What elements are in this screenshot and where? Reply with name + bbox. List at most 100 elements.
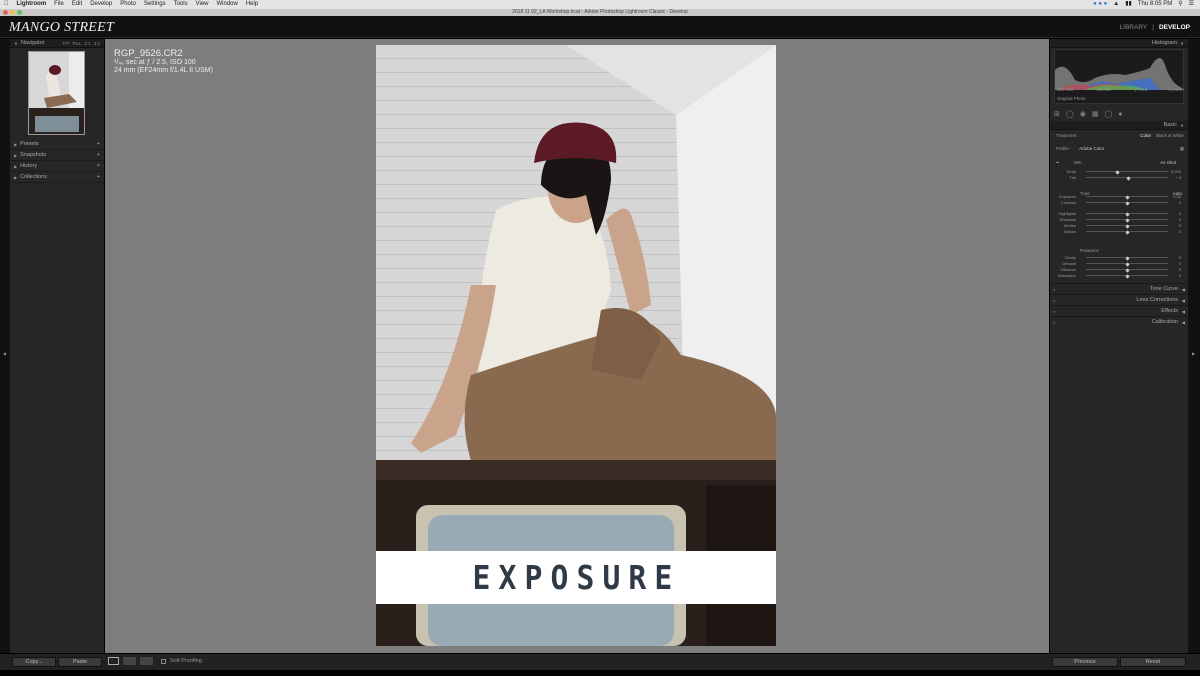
before-after-icon[interactable] xyxy=(123,657,136,665)
slider-thumb-icon[interactable] xyxy=(1124,195,1130,200)
zoom-fill[interactable]: FILL xyxy=(72,39,81,48)
zoom-1-1[interactable]: 1:1 xyxy=(84,39,90,48)
slider-value[interactable]: 0 xyxy=(1179,217,1181,222)
slider-tint[interactable]: Tint + 8 xyxy=(1056,175,1184,181)
search-icon[interactable]: ⚲ xyxy=(1178,0,1182,9)
slider-track[interactable] xyxy=(1086,201,1168,206)
module-library[interactable]: LIBRARY xyxy=(1120,24,1148,31)
menu-app-lightroom[interactable]: Lightroom xyxy=(17,0,47,9)
zoom-fit[interactable]: FIT xyxy=(63,39,70,48)
menu-view[interactable]: View xyxy=(196,0,209,9)
add-preset-icon[interactable]: + xyxy=(97,139,100,150)
loupe-view-icon[interactable] xyxy=(108,657,119,665)
add-collection-icon[interactable]: + xyxy=(97,172,100,183)
slider-thumb-icon[interactable] xyxy=(1124,218,1130,223)
panel-switch-icon[interactable]: ● xyxy=(1053,317,1055,328)
slider-value[interactable]: 0 xyxy=(1179,223,1181,228)
histogram-header[interactable]: Histogram ▼ xyxy=(1050,39,1188,48)
slider-thumb-icon[interactable] xyxy=(1115,170,1120,175)
slider-track[interactable] xyxy=(1086,218,1168,223)
menu-tools[interactable]: Tools xyxy=(174,0,188,9)
navigator-preview[interactable] xyxy=(28,51,85,135)
slider-thumb-icon[interactable] xyxy=(1124,230,1130,235)
collapse-right-icon[interactable]: ▶ xyxy=(1192,351,1195,356)
module-develop[interactable]: DEVELOP xyxy=(1159,24,1190,31)
slider-thumb-icon[interactable] xyxy=(1124,262,1130,267)
slider-thumb-icon[interactable] xyxy=(1124,201,1130,206)
battery-icon[interactable]: ▮▮ xyxy=(1125,0,1132,9)
section-history[interactable]: ▶ History × xyxy=(10,161,104,172)
slider-track[interactable] xyxy=(1086,274,1168,279)
soft-proofing-checkbox[interactable] xyxy=(161,658,166,664)
slider-value[interactable]: 5,200 xyxy=(1171,169,1181,174)
slider-value[interactable]: 0 xyxy=(1179,261,1181,266)
previous-button[interactable]: Previous xyxy=(1052,657,1118,667)
apple-icon[interactable]:  xyxy=(4,0,9,9)
status-icons[interactable]: ● ● ● xyxy=(1093,0,1107,9)
spot-removal-icon[interactable]: ◯ xyxy=(1066,110,1074,118)
radial-filter-icon[interactable]: ◯ xyxy=(1104,110,1112,118)
slider-value[interactable]: 0 xyxy=(1179,229,1181,234)
menu-develop[interactable]: Develop xyxy=(90,0,112,9)
slider-value[interactable]: 0.00 xyxy=(1173,194,1181,199)
slider-track[interactable] xyxy=(1086,230,1168,235)
menu-settings[interactable]: Settings xyxy=(144,0,166,9)
crop-tool-icon[interactable]: ⊞ xyxy=(1054,110,1060,118)
copy-button[interactable]: Copy... xyxy=(12,657,56,667)
slider-value[interactable]: 0 xyxy=(1179,255,1181,260)
menu-list-icon[interactable]: ☰ xyxy=(1189,0,1194,9)
menu-window[interactable]: Window xyxy=(217,0,238,9)
right-edge-collapse[interactable]: ▶ xyxy=(1188,39,1200,653)
maximize-window-icon[interactable] xyxy=(17,10,22,15)
section-lens-corrections[interactable]: ● Lens Corrections ◀ xyxy=(1050,294,1188,305)
clear-history-icon[interactable]: × xyxy=(97,161,100,172)
navigator-header[interactable]: ▼ Navigator FIT FILL 1:1 3:1 xyxy=(10,39,104,48)
slider-track[interactable] xyxy=(1086,256,1168,261)
zoom-3-1[interactable]: 3:1 xyxy=(94,39,100,48)
brush-tool-icon[interactable]: ● xyxy=(1118,111,1122,118)
add-snapshot-icon[interactable]: + xyxy=(97,150,100,161)
wifi-icon[interactable]: ▲ xyxy=(1113,0,1119,9)
slider-track[interactable] xyxy=(1086,176,1168,181)
slider-track[interactable] xyxy=(1086,262,1168,267)
eyedropper-icon[interactable]: ✒ xyxy=(1056,160,1060,166)
section-snapshots[interactable]: ▶ Snapshots + xyxy=(10,150,104,161)
slider-blacks[interactable]: Blacks 0 xyxy=(1056,229,1184,235)
slider-thumb-icon[interactable] xyxy=(1124,268,1130,273)
menu-help[interactable]: Help xyxy=(246,0,258,9)
profile-grid-icon[interactable]: ▦ xyxy=(1180,146,1184,152)
left-edge-collapse[interactable]: ◀ xyxy=(0,39,10,653)
slider-contrast[interactable]: Contrast 0 xyxy=(1056,200,1184,206)
slider-thumb-icon[interactable] xyxy=(1124,224,1130,229)
slider-saturation[interactable]: Saturation 0 xyxy=(1056,273,1184,279)
section-collections[interactable]: ▶ Collections + xyxy=(10,172,104,183)
swap-icon[interactable] xyxy=(140,657,153,665)
wb-select[interactable]: As Shot xyxy=(1160,160,1176,166)
slider-track[interactable] xyxy=(1086,170,1168,175)
basic-header[interactable]: Basic ▼ xyxy=(1050,121,1188,130)
histogram[interactable]: ISO 100 24 mm ƒ / 2.5 ¹/₄₀ sec Original … xyxy=(1054,49,1185,104)
section-tone-curve[interactable]: ● Tone Curve ◀ xyxy=(1050,283,1188,294)
slider-value[interactable]: 0 xyxy=(1179,200,1181,205)
slider-value[interactable]: 0 xyxy=(1179,267,1181,272)
close-window-icon[interactable] xyxy=(3,10,8,15)
clock[interactable]: Thu 8:05 PM xyxy=(1138,0,1172,9)
slider-thumb-icon[interactable] xyxy=(1124,256,1130,261)
slider-value[interactable]: + 8 xyxy=(1175,175,1181,180)
menu-photo[interactable]: Photo xyxy=(120,0,136,9)
section-effects[interactable]: ● Effects ◀ xyxy=(1050,305,1188,316)
red-eye-icon[interactable]: ◉ xyxy=(1080,110,1086,118)
treatment-bw[interactable]: Black & White xyxy=(1156,133,1184,138)
reset-button[interactable]: Reset xyxy=(1120,657,1186,667)
treatment-color[interactable]: Color xyxy=(1140,133,1151,138)
original-photo-checkbox[interactable]: Original Photo xyxy=(1057,96,1086,101)
slider-track[interactable] xyxy=(1086,195,1168,200)
slider-thumb-icon[interactable] xyxy=(1124,274,1130,279)
menu-file[interactable]: File xyxy=(54,0,64,9)
main-photo[interactable]: EXPOSURE xyxy=(376,45,776,646)
section-calibration[interactable]: ● Calibration ◀ xyxy=(1050,316,1188,327)
collapse-left-icon[interactable]: ◀ xyxy=(3,351,6,356)
slider-value[interactable]: 0 xyxy=(1179,273,1181,278)
slider-thumb-icon[interactable] xyxy=(1124,212,1130,217)
profile-select[interactable]: Adobe Color xyxy=(1079,146,1104,152)
